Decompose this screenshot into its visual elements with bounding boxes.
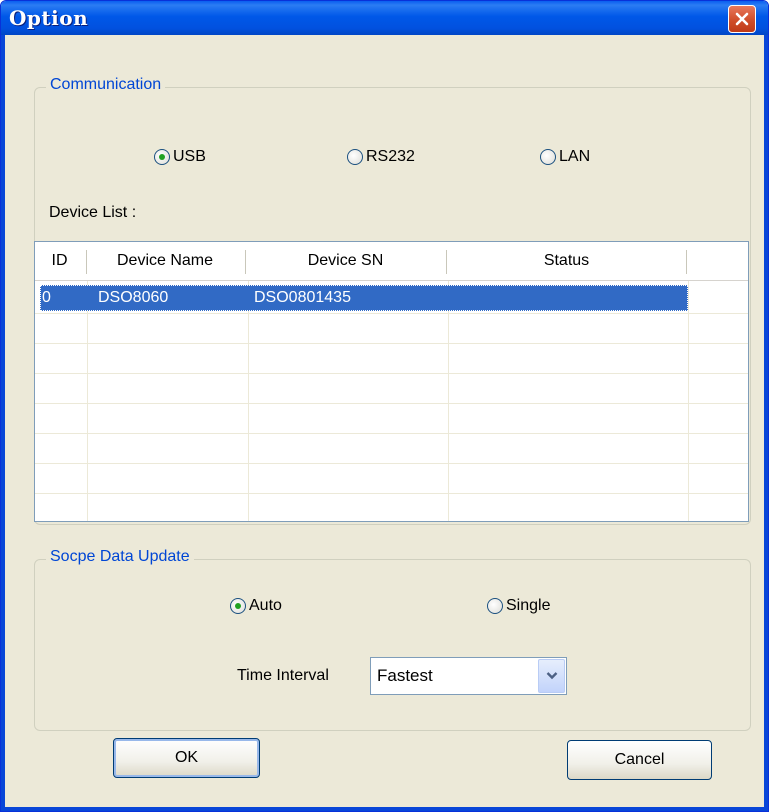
time-interval-value: Fastest [377, 666, 433, 685]
ok-button-label: OK [174, 749, 199, 766]
ok-button[interactable]: OK [113, 738, 260, 778]
window-frame-bottom [1, 807, 768, 811]
radio-usb-indicator [154, 149, 170, 165]
close-icon [735, 12, 749, 26]
cell-device-name: DSO8060 [98, 289, 169, 306]
column-header-device-name-label: Device Name [116, 252, 214, 269]
grid-line [35, 313, 748, 314]
radio-single-label: Single [506, 597, 551, 614]
scope-data-update-group [34, 559, 751, 731]
cell-device-sn: DSO0801435 [254, 289, 351, 306]
option-dialog: Option Communication USB RS232 LAN Devic… [0, 0, 769, 812]
radio-auto-indicator [230, 598, 246, 614]
table-row[interactable]: 0 DSO8060 DSO0801435 [40, 285, 688, 311]
radio-lan[interactable]: LAN [540, 148, 590, 166]
radio-usb-label: USB [173, 148, 206, 165]
radio-auto-label: Auto [249, 597, 282, 614]
device-list[interactable]: ID Device Name Device SN Status 0 DSO806… [34, 241, 749, 522]
radio-single[interactable]: Single [487, 597, 550, 615]
cancel-button[interactable]: Cancel [567, 740, 712, 780]
radio-rs232-indicator [347, 149, 363, 165]
grid-line [35, 403, 748, 404]
column-separator [686, 250, 687, 274]
scope-data-update-legend: Socpe Data Update [46, 548, 194, 566]
grid-line [35, 373, 748, 374]
radio-lan-indicator [540, 149, 556, 165]
cell-id: 0 [42, 289, 51, 306]
grid-line [35, 433, 748, 434]
grid-line [688, 281, 689, 521]
cancel-button-label: Cancel [614, 751, 665, 768]
column-header-device-sn[interactable]: Device SN [246, 242, 445, 280]
window-frame-left [1, 35, 5, 811]
grid-line [248, 281, 249, 521]
grid-line [87, 281, 88, 521]
radio-usb[interactable]: USB [154, 148, 206, 166]
radio-lan-label: LAN [559, 148, 591, 165]
radio-rs232[interactable]: RS232 [347, 148, 415, 166]
time-interval-label: Time Interval [237, 667, 329, 684]
grid-line [35, 493, 748, 494]
window-title: Option [9, 6, 89, 30]
column-header-id[interactable]: ID [35, 242, 84, 280]
device-list-label: Device List : [49, 204, 137, 221]
grid-line [35, 463, 748, 464]
column-header-device-sn-label: Device SN [307, 252, 384, 269]
close-button[interactable] [728, 5, 756, 33]
header-divider [35, 280, 748, 281]
column-header-device-name[interactable]: Device Name [87, 242, 243, 280]
column-header-id-label: ID [51, 252, 68, 269]
column-header-status[interactable]: Status [447, 242, 686, 280]
radio-auto[interactable]: Auto [230, 597, 282, 615]
radio-rs232-label: RS232 [366, 148, 415, 165]
column-header-status-label: Status [543, 252, 590, 269]
title-bar[interactable]: Option [1, 1, 768, 35]
window-frame-right [764, 35, 768, 811]
radio-single-indicator [487, 598, 503, 614]
chevron-down-icon [546, 672, 558, 680]
communication-legend: Communication [46, 76, 166, 94]
time-interval-select[interactable]: Fastest [370, 657, 567, 695]
grid-line [35, 343, 748, 344]
grid-line [448, 281, 449, 521]
dropdown-button[interactable] [538, 659, 565, 693]
